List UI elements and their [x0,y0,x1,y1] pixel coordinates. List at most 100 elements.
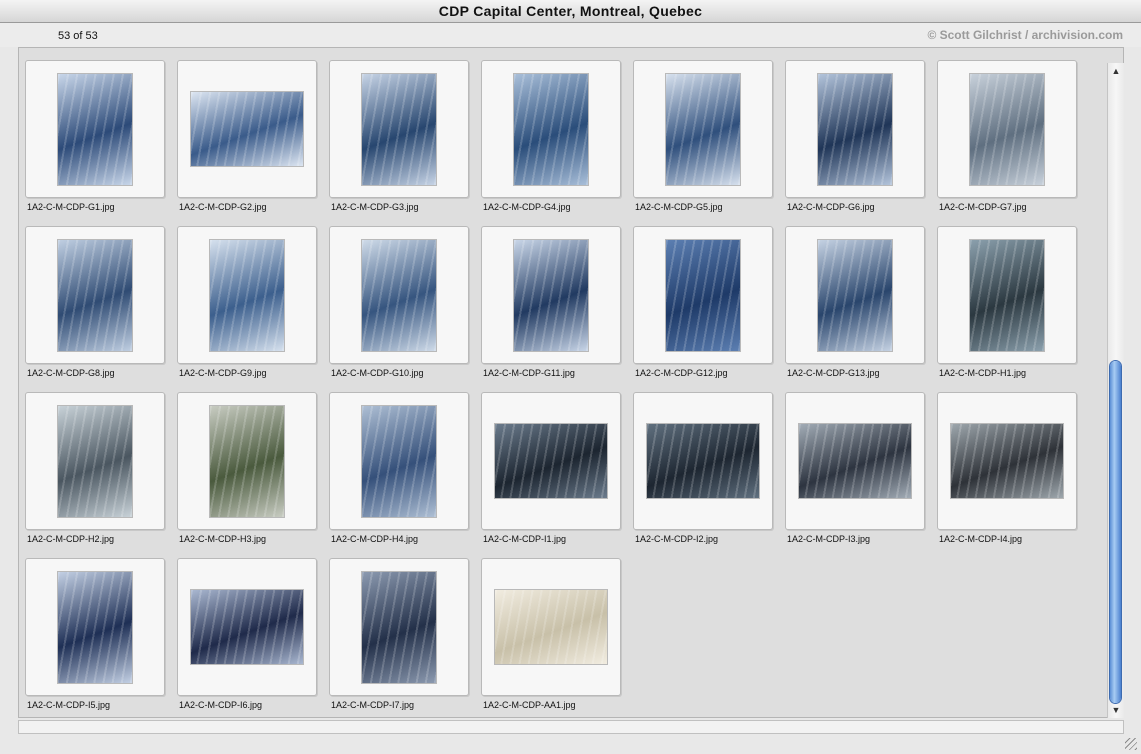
thumbnail-image[interactable] [514,74,588,185]
thumbnail-image[interactable] [818,240,892,351]
status-bar [18,720,1124,734]
thumbnail-image[interactable] [666,240,740,351]
thumbnail-frame[interactable] [481,558,621,696]
thumbnail-item[interactable]: 1A2-C-M-CDP-G5.jpg [633,60,773,220]
scroll-up-arrow-icon[interactable]: ▲ [1108,63,1124,79]
thumbnail-filename: 1A2-C-M-CDP-G10.jpg [331,368,424,378]
thumbnail-frame[interactable] [329,226,469,364]
thumbnail-filename: 1A2-C-M-CDP-H3.jpg [179,534,267,544]
thumbnail-frame[interactable] [177,392,317,530]
thumbnail-image[interactable] [362,406,436,517]
thumbnail-image[interactable] [58,572,132,683]
thumbnail-frame[interactable] [177,226,317,364]
thumbnail-item[interactable]: 1A2-C-M-CDP-H4.jpg [329,392,469,552]
thumbnail-filename: 1A2-C-M-CDP-I6.jpg [179,700,263,710]
thumbnail-item[interactable]: 1A2-C-M-CDP-G2.jpg [177,60,317,220]
thumbnail-filename: 1A2-C-M-CDP-G8.jpg [27,368,115,378]
thumbnail-frame[interactable] [329,392,469,530]
thumbnail-item[interactable]: 1A2-C-M-CDP-I2.jpg [633,392,773,552]
thumbnail-filename: 1A2-C-M-CDP-H2.jpg [27,534,115,544]
thumbnail-frame[interactable] [177,60,317,198]
thumbnail-frame[interactable] [481,392,621,530]
thumbnail-image[interactable] [362,572,436,683]
thumbnail-panel: 1A2-C-M-CDP-G1.jpg 1A2-C-M-CDP-G2.jpg 1A2-… [18,47,1124,718]
thumbnail-frame[interactable] [177,558,317,696]
thumbnail-frame[interactable] [481,60,621,198]
thumbnail-image[interactable] [666,74,740,185]
thumbnail-image[interactable] [970,74,1044,185]
thumbnail-image[interactable] [210,240,284,351]
scroll-down-arrow-icon[interactable]: ▼ [1108,702,1124,718]
thumbnail-frame[interactable] [785,392,925,530]
thumbnail-item[interactable]: 1A2-C-M-CDP-I6.jpg [177,558,317,717]
thumbnail-filename: 1A2-C-M-CDP-G5.jpg [635,202,723,212]
thumbnail-frame[interactable] [937,226,1077,364]
thumbnail-filename: 1A2-C-M-CDP-I4.jpg [939,534,1023,544]
thumbnail-item[interactable]: 1A2-C-M-CDP-H1.jpg [937,226,1077,386]
thumbnail-image[interactable] [495,590,607,664]
thumbnail-item[interactable]: 1A2-C-M-CDP-I1.jpg [481,392,621,552]
info-bar: 53 of 53 © Scott Gilchrist / archivision… [0,23,1141,47]
thumbnail-image[interactable] [970,240,1044,351]
thumbnail-image[interactable] [58,74,132,185]
thumbnail-item[interactable]: 1A2-C-M-CDP-G8.jpg [25,226,165,386]
thumbnail-frame[interactable] [25,60,165,198]
thumbnail-frame[interactable] [329,60,469,198]
thumbnail-frame[interactable] [329,558,469,696]
thumbnail-frame[interactable] [25,392,165,530]
thumbnail-item[interactable]: 1A2-C-M-CDP-G13.jpg [785,226,925,386]
thumbnail-image[interactable] [58,240,132,351]
thumbnail-item[interactable]: 1A2-C-M-CDP-G9.jpg [177,226,317,386]
thumbnail-frame[interactable] [633,392,773,530]
thumbnail-filename: 1A2-C-M-CDP-G3.jpg [331,202,419,212]
vertical-scrollbar[interactable]: ▲ ▼ [1107,63,1124,718]
thumbnail-item[interactable]: 1A2-C-M-CDP-I7.jpg [329,558,469,717]
thumbnail-image[interactable] [191,590,303,664]
thumbnail-image[interactable] [514,240,588,351]
thumbnail-frame[interactable] [481,226,621,364]
thumbnail-filename: 1A2-C-M-CDP-H4.jpg [331,534,419,544]
thumbnail-item[interactable]: 1A2-C-M-CDP-I5.jpg [25,558,165,717]
thumbnail-image[interactable] [951,424,1063,498]
thumbnail-item[interactable]: 1A2-C-M-CDP-G3.jpg [329,60,469,220]
thumbnail-item[interactable]: 1A2-C-M-CDP-I4.jpg [937,392,1077,552]
scrollbar-thumb[interactable] [1110,361,1121,703]
thumbnail-image[interactable] [799,424,911,498]
thumbnail-item[interactable]: 1A2-C-M-CDP-G4.jpg [481,60,621,220]
thumbnail-item[interactable]: 1A2-C-M-CDP-AA1.jpg [481,558,621,717]
thumbnail-image[interactable] [495,424,607,498]
thumbnail-item[interactable]: 1A2-C-M-CDP-G6.jpg [785,60,925,220]
thumbnail-frame[interactable] [937,392,1077,530]
thumbnail-item[interactable]: 1A2-C-M-CDP-H3.jpg [177,392,317,552]
thumbnail-filename: 1A2-C-M-CDP-I2.jpg [635,534,719,544]
thumbnail-filename: 1A2-C-M-CDP-G13.jpg [787,368,880,378]
thumbnail-item[interactable]: 1A2-C-M-CDP-G12.jpg [633,226,773,386]
thumbnail-image[interactable] [210,406,284,517]
thumbnail-frame[interactable] [633,226,773,364]
thumbnail-filename: 1A2-C-M-CDP-I7.jpg [331,700,415,710]
thumbnail-item[interactable]: 1A2-C-M-CDP-G10.jpg [329,226,469,386]
thumbnail-frame[interactable] [633,60,773,198]
thumbnail-item[interactable]: 1A2-C-M-CDP-G7.jpg [937,60,1077,220]
thumbnail-image[interactable] [362,74,436,185]
thumbnail-frame[interactable] [25,226,165,364]
resize-grip-icon[interactable] [1125,738,1137,750]
thumbnail-image[interactable] [647,424,759,498]
image-count: 53 of 53 [58,30,98,42]
thumbnail-frame[interactable] [785,226,925,364]
thumbnail-item[interactable]: 1A2-C-M-CDP-I3.jpg [785,392,925,552]
thumbnail-image[interactable] [818,74,892,185]
thumbnail-filename: 1A2-C-M-CDP-G1.jpg [27,202,115,212]
thumbnail-item[interactable]: 1A2-C-M-CDP-G1.jpg [25,60,165,220]
thumbnail-image[interactable] [191,92,303,166]
thumbnail-item[interactable]: 1A2-C-M-CDP-G11.jpg [481,226,621,386]
thumbnail-frame[interactable] [25,558,165,696]
thumbnail-image[interactable] [58,406,132,517]
thumbnail-filename: 1A2-C-M-CDP-G2.jpg [179,202,267,212]
thumbnail-frame[interactable] [937,60,1077,198]
thumbnail-filename: 1A2-C-M-CDP-H1.jpg [939,368,1027,378]
thumbnail-filename: 1A2-C-M-CDP-G6.jpg [787,202,875,212]
thumbnail-image[interactable] [362,240,436,351]
thumbnail-frame[interactable] [785,60,925,198]
thumbnail-item[interactable]: 1A2-C-M-CDP-H2.jpg [25,392,165,552]
